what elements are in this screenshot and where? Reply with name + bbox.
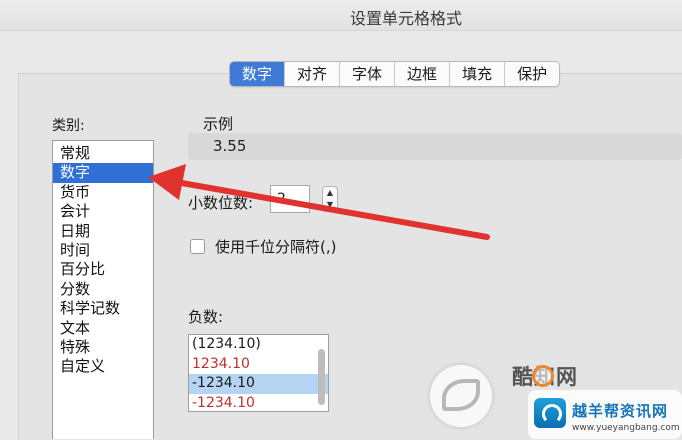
watermark-o-icon — [532, 365, 554, 387]
watermark-site-name: 越羊帮资讯网 — [572, 402, 669, 420]
watermark-badge: 越羊帮资讯网 www.yueyangbang.com — [528, 390, 682, 439]
site-logo-icon — [534, 398, 566, 428]
watermark: 酷知网 越羊帮资讯网 www.yueyangbang.com — [430, 345, 682, 439]
watermark-url: www.yueyangbang.com — [572, 423, 680, 433]
